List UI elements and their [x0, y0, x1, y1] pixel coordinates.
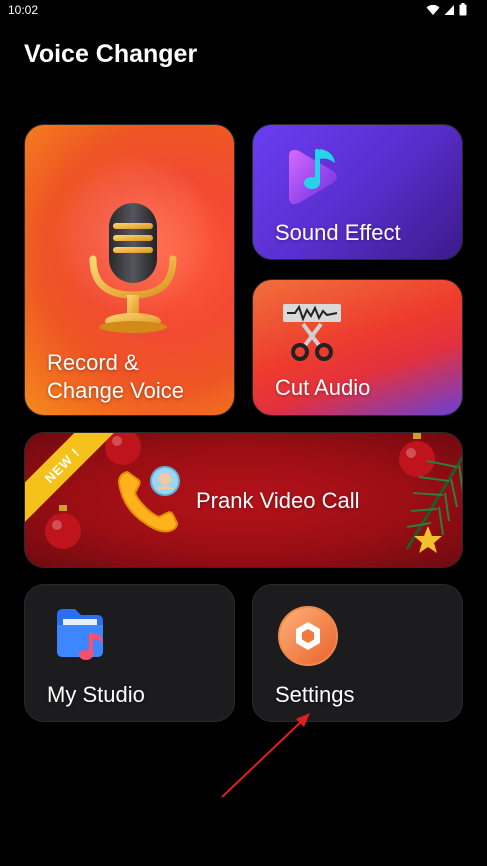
christmas-ornament-icon — [45, 505, 81, 549]
record-label-line1: Record & — [47, 350, 139, 375]
scissors-icon — [283, 304, 341, 361]
record-label-line2: Change Voice — [47, 378, 184, 403]
folder-music-icon — [57, 609, 103, 660]
cut-audio-card[interactable]: Cut Audio — [252, 279, 463, 416]
new-badge-text: NEW ! — [41, 444, 83, 486]
prank-video-call-label: Prank Video Call — [196, 488, 360, 513]
cut-audio-label: Cut Audio — [275, 375, 371, 400]
record-card-label: Record & Change Voice — [47, 349, 184, 405]
gear-icon — [278, 606, 338, 666]
battery-icon — [459, 3, 467, 16]
sound-effect-card[interactable]: Sound Effect — [252, 124, 463, 260]
settings-card[interactable]: Settings — [252, 584, 463, 722]
prank-video-call-card[interactable]: Prank Video Call NEW ! — [24, 432, 463, 568]
app-title: Voice Changer — [24, 40, 198, 68]
my-studio-label: My Studio — [47, 682, 145, 707]
star-icon — [414, 526, 442, 553]
my-studio-card[interactable]: My Studio — [24, 584, 235, 722]
wifi-icon — [426, 4, 440, 15]
status-time: 10:02 — [8, 3, 39, 17]
music-note-icon — [289, 149, 337, 205]
phone-icon — [117, 466, 180, 533]
cell-signal-icon — [444, 4, 454, 15]
status-bar: 10:02 — [0, 0, 487, 22]
record-change-voice-card[interactable]: Record & Change Voice — [24, 124, 235, 416]
status-icons — [426, 3, 467, 16]
microphone-icon — [89, 203, 177, 333]
pointer-arrow-icon — [221, 713, 310, 798]
sound-effect-label: Sound Effect — [275, 220, 401, 245]
